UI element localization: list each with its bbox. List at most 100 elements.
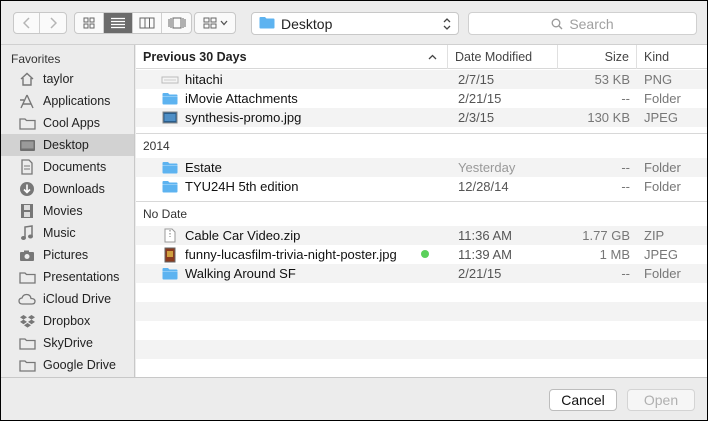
table-row[interactable]: TYU24H 5th edition 12/28/14 -- Folder: [136, 177, 707, 196]
file-size: 53 KB: [594, 72, 630, 87]
file-size: --: [621, 179, 630, 194]
image-file-icon: [161, 110, 179, 126]
chevron-right-icon: [50, 17, 57, 29]
sidebar-item-label: Movies: [43, 204, 83, 218]
sidebar-item-label: SkyDrive: [43, 336, 94, 350]
list-view-icon: [111, 17, 125, 29]
sidebar-item-taylor[interactable]: taylor: [1, 68, 134, 90]
sidebar-item-label: Google Drive: [43, 358, 116, 372]
movies-icon: [17, 203, 37, 219]
folder-icon: [17, 269, 37, 285]
icon-view-icon: [83, 17, 95, 29]
table-row[interactable]: synthesis-promo.jpg 2/3/15 130 KB JPEG: [136, 108, 707, 127]
group-header-no-date: No Date: [136, 201, 707, 225]
column-name-header[interactable]: Previous 30 Days: [136, 45, 448, 69]
sidebar-item-downloads[interactable]: Downloads: [1, 178, 134, 200]
sidebar-item-dropbox[interactable]: Dropbox: [1, 310, 134, 332]
cloud-icon: [17, 291, 37, 307]
file-kind: Folder: [644, 266, 681, 281]
column-date-header[interactable]: Date Modified: [448, 45, 558, 69]
file-kind: ZIP: [644, 228, 665, 243]
sidebar-item-documents[interactable]: Documents: [1, 156, 134, 178]
icon-view-button[interactable]: [75, 13, 104, 33]
table-row[interactable]: funny-lucasfilm-trivia-night-poster.jpg …: [136, 245, 707, 264]
column-view-button[interactable]: [133, 13, 162, 33]
file-size: 130 KB: [587, 110, 630, 125]
view-mode-buttons: [74, 12, 192, 34]
sidebar-item-label: iCloud Drive: [43, 292, 112, 306]
file-size: --: [621, 160, 630, 175]
file-size: 1.77 GB: [582, 228, 630, 243]
music-icon: [17, 225, 37, 241]
forward-button[interactable]: [40, 13, 66, 33]
file-date: 2/21/15: [458, 266, 502, 281]
sidebar-item-presentations[interactable]: Presentations: [1, 266, 134, 288]
column-kind-header[interactable]: Kind: [637, 45, 707, 69]
desktop-folder-icon: [259, 16, 275, 32]
folder-icon: [161, 266, 179, 282]
documents-icon: [17, 159, 37, 175]
file-name: Cable Car Video.zip: [185, 228, 301, 243]
location-select[interactable]: Desktop: [251, 12, 459, 35]
sidebar-item-desktop[interactable]: Desktop: [1, 134, 134, 156]
sidebar-item-applications[interactable]: Applications: [1, 90, 134, 112]
sidebar-item-skydrive[interactable]: SkyDrive: [1, 332, 134, 354]
sort-ascending-icon: [428, 54, 437, 60]
cancel-button[interactable]: Cancel: [549, 389, 617, 411]
sidebar-item-label: Desktop: [43, 138, 89, 152]
image-file-icon: [161, 72, 179, 88]
arrange-button[interactable]: [194, 12, 236, 34]
table-row[interactable]: Estate Yesterday -- Folder: [136, 158, 707, 177]
image-file-icon: [161, 247, 179, 263]
empty-row: [136, 283, 707, 302]
file-date: 2/21/15: [458, 91, 502, 106]
arrange-dropdown[interactable]: [195, 13, 235, 33]
sidebar-item-label: Documents: [43, 160, 107, 174]
file-size: 1 MB: [599, 247, 630, 262]
green-tag-icon: [421, 250, 429, 258]
empty-row: [136, 302, 707, 321]
search-field[interactable]: Search: [468, 12, 697, 35]
file-kind: Folder: [644, 91, 681, 106]
column-size-header[interactable]: Size: [558, 45, 637, 69]
search-placeholder: Search: [569, 15, 614, 32]
column-header: Previous 30 Days Date Modified Size Kind: [136, 45, 707, 69]
file-name: Estate: [185, 160, 222, 175]
table-row[interactable]: iMovie Attachments 2/21/15 -- Folder: [136, 89, 707, 108]
chevron-left-icon: [22, 17, 30, 29]
folder-icon: [161, 91, 179, 107]
table-row[interactable]: Walking Around SF 2/21/15 -- Folder: [136, 264, 707, 283]
file-kind: JPEG: [644, 110, 678, 125]
back-button[interactable]: [14, 13, 40, 33]
sidebar-item-cool-apps[interactable]: Cool Apps: [1, 112, 134, 134]
list-view-button[interactable]: [104, 13, 133, 33]
empty-row: [136, 359, 707, 377]
file-name: TYU24H 5th edition: [185, 179, 299, 194]
group-header-2014: 2014: [136, 133, 707, 157]
sidebar-item-icloud-drive[interactable]: iCloud Drive: [1, 288, 134, 310]
sidebar-item-pictures[interactable]: Pictures: [1, 244, 134, 266]
file-date: 2/3/15: [458, 110, 495, 125]
file-kind: PNG: [644, 72, 673, 87]
dialog-footer: Cancel Open: [1, 377, 707, 420]
sidebar-heading: Favorites: [11, 52, 61, 66]
file-date: Yesterday: [458, 160, 516, 175]
sidebar-item-google-drive[interactable]: Google Drive: [1, 354, 134, 376]
column-kind-label: Kind: [644, 50, 670, 64]
folder-icon: [161, 179, 179, 195]
desktop-icon: [17, 137, 37, 153]
column-name-label: Previous 30 Days: [143, 50, 247, 64]
table-row[interactable]: hitachi 2/7/15 53 KB PNG: [136, 70, 707, 89]
sidebar-item-label: Music: [43, 226, 76, 240]
sidebar-item-label: Presentations: [43, 270, 120, 284]
sidebar-item-label: Cool Apps: [43, 116, 100, 130]
chevron-down-icon: [220, 20, 227, 26]
cover-flow-button[interactable]: [162, 13, 191, 33]
table-row[interactable]: Cable Car Video.zip 11:36 AM 1.77 GB ZIP: [136, 226, 707, 245]
sidebar-item-music[interactable]: Music: [1, 222, 134, 244]
sidebar-item-label: Pictures: [43, 248, 89, 262]
open-button[interactable]: Open: [627, 389, 695, 411]
sidebar-item-movies[interactable]: Movies: [1, 200, 134, 222]
file-size: --: [621, 266, 630, 281]
file-name: funny-lucasfilm-trivia-night-poster.jpg: [185, 247, 397, 262]
